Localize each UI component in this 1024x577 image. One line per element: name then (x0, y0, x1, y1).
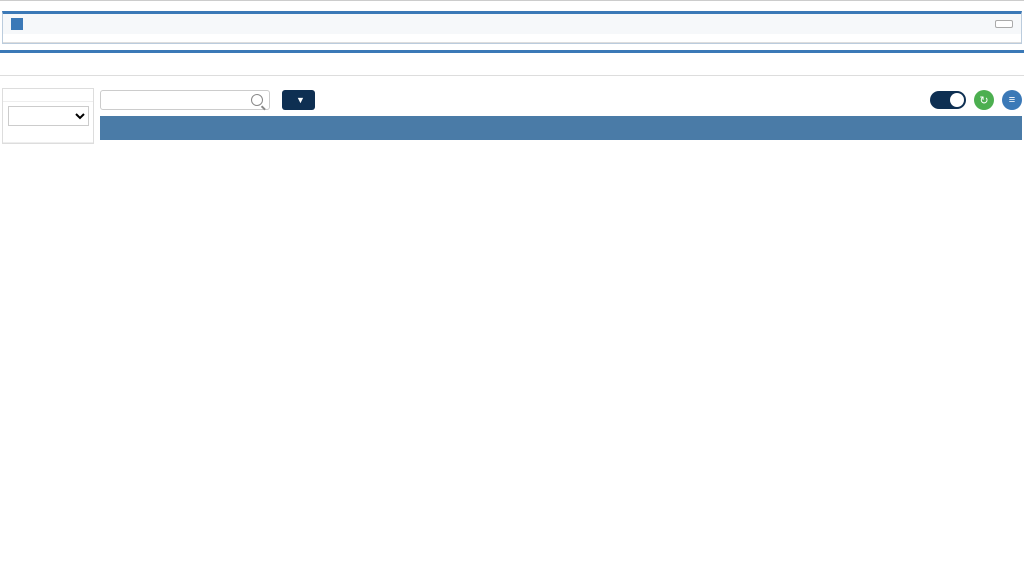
action-items-title (11, 18, 31, 30)
search-box[interactable] (100, 90, 270, 110)
list-icon (11, 18, 23, 30)
action-items-table (3, 34, 1021, 43)
scope-items-table (0, 67, 1024, 76)
new-action-item-button[interactable] (995, 20, 1013, 28)
layouts-heading (3, 89, 93, 102)
scope-items-title (0, 59, 1024, 67)
interlace-toggle[interactable] (930, 91, 966, 109)
layout-select[interactable] (8, 106, 89, 126)
sections-heading (3, 130, 93, 143)
more-filters-button[interactable]: ▼ (282, 90, 315, 110)
search-icon (251, 94, 263, 106)
action-items-panel (2, 11, 1022, 44)
group-header-planning[interactable] (100, 116, 1022, 128)
sidebar (2, 88, 94, 144)
group-header-requirements[interactable] (100, 128, 1022, 140)
search-input[interactable] (107, 94, 251, 106)
menu-icon[interactable]: ≡ (1002, 90, 1022, 110)
refresh-icon[interactable]: ↻ (974, 90, 994, 110)
